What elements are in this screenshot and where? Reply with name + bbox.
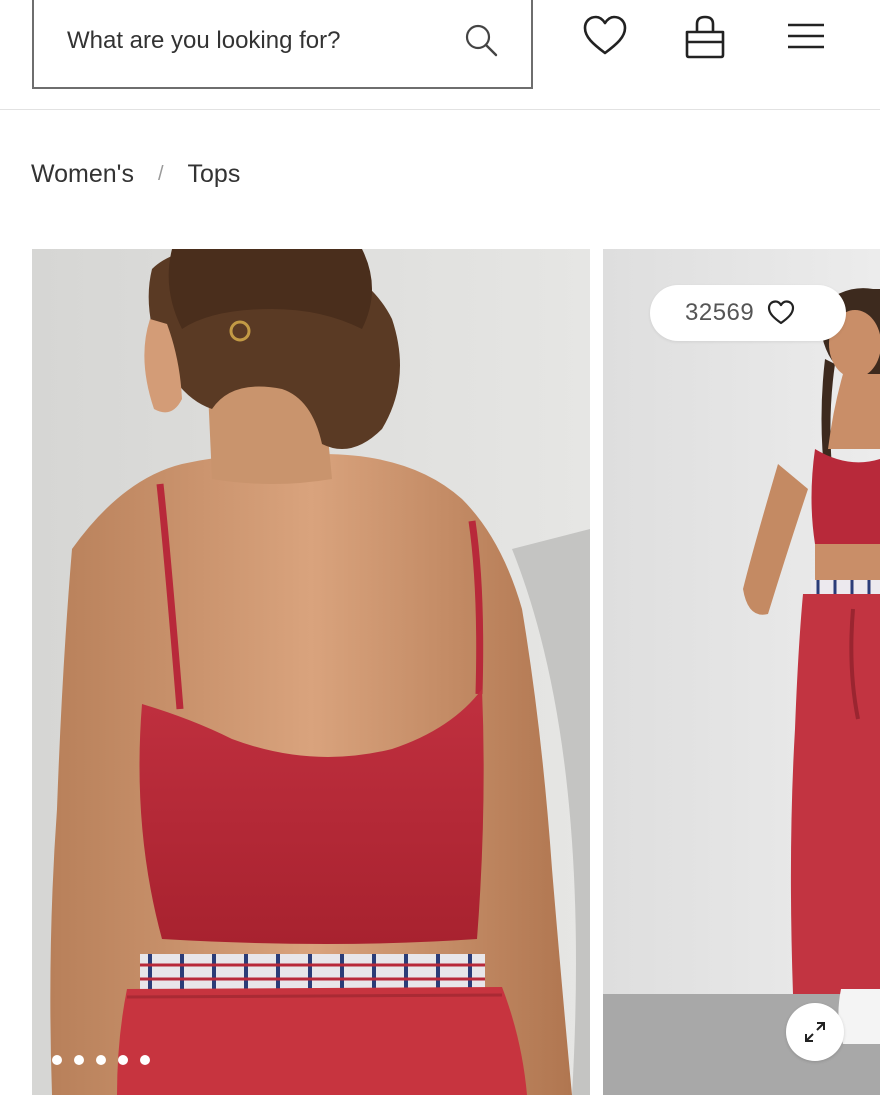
search-icon[interactable] bbox=[461, 20, 501, 60]
likes-counter[interactable]: 32569 bbox=[650, 285, 846, 341]
breadcrumb-item-tops[interactable]: Tops bbox=[188, 160, 241, 189]
breadcrumb-separator: / bbox=[157, 162, 164, 185]
pagination-dot[interactable] bbox=[118, 1055, 128, 1065]
product-photo-back[interactable] bbox=[32, 249, 590, 1095]
product-photo-front[interactable] bbox=[603, 249, 880, 1095]
search-input[interactable] bbox=[67, 24, 457, 58]
shopping-bag-icon[interactable] bbox=[680, 12, 730, 62]
breadcrumb-item-womens[interactable]: Women's bbox=[31, 160, 134, 189]
product-image-gallery[interactable] bbox=[0, 249, 880, 1097]
search-box[interactable] bbox=[32, 0, 533, 89]
expand-arrows-icon bbox=[805, 1022, 825, 1042]
pagination-dot[interactable] bbox=[74, 1055, 84, 1065]
gallery-pagination-dots bbox=[52, 1055, 150, 1065]
pagination-dot[interactable] bbox=[96, 1055, 106, 1065]
likes-count: 32569 bbox=[685, 299, 755, 326]
breadcrumb: Women's / Tops bbox=[31, 157, 240, 191]
heart-icon[interactable] bbox=[580, 12, 630, 62]
site-header bbox=[0, 0, 880, 110]
expand-image-button[interactable] bbox=[786, 1003, 844, 1061]
heart-outline-icon[interactable] bbox=[766, 298, 796, 328]
pagination-dot[interactable] bbox=[140, 1055, 150, 1065]
pagination-dot[interactable] bbox=[52, 1055, 62, 1065]
hamburger-menu-icon[interactable] bbox=[782, 12, 832, 62]
